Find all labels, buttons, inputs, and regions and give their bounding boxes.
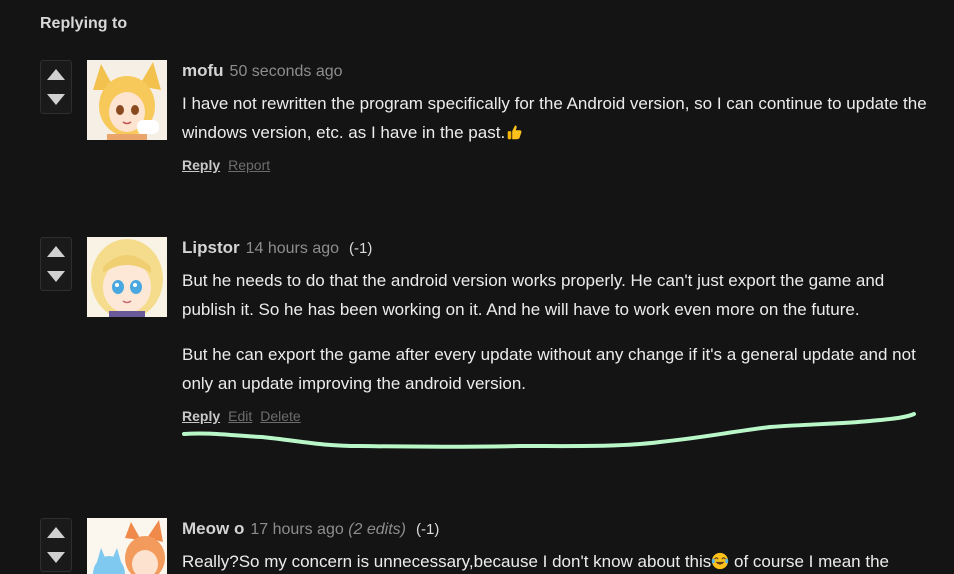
reply-link[interactable]: Reply (182, 408, 220, 424)
comment-paragraph: But he can export the game after every u… (182, 345, 916, 393)
edit-link[interactable]: Edit (228, 408, 252, 424)
comment-content: Lipstor 14 hours ago (-1) But he needs to … (182, 237, 934, 424)
tears-of-joy-icon (712, 552, 729, 570)
upvote-arrow-icon[interactable] (46, 523, 66, 543)
comment-score: (-1) (416, 521, 440, 538)
comment-meta: mofu 50 seconds ago (182, 60, 934, 82)
comment-meta: Meow o 17 hours ago (2 edits) (-1) (182, 518, 934, 540)
comment-time[interactable]: 50 seconds ago (230, 63, 343, 80)
vote-controls (40, 60, 72, 114)
comment-author[interactable]: mofu (182, 61, 224, 80)
comment-paragraph: I have not rewritten the program specifi… (182, 94, 927, 142)
vote-controls (40, 237, 72, 291)
comment-content: Meow o 17 hours ago (2 edits) (-1) Really?… (182, 518, 934, 574)
edit-count: (2 edits) (348, 521, 406, 538)
report-link[interactable]: Report (228, 157, 270, 173)
downvote-arrow-icon[interactable] (46, 266, 66, 286)
comment-author[interactable]: Lipstor (182, 238, 240, 257)
delete-link[interactable]: Delete (260, 408, 300, 424)
comment-actions: Reply Report (182, 157, 934, 173)
vote-controls (40, 518, 72, 572)
comment-body: Really?So my concern is unnecessary,beca… (182, 547, 934, 574)
avatar[interactable] (87, 60, 167, 140)
comment-thread: Replying to mofu 50 seconds ago I have n… (0, 0, 954, 574)
comment-author[interactable]: Meow o (182, 519, 244, 538)
comment-paragraph: But he needs to do that the android vers… (182, 271, 885, 319)
comment-paragraph: Really?So my concern is unnecessary,beca… (182, 552, 889, 571)
comment-body: But he needs to do that the android vers… (182, 266, 934, 398)
comment-score: (-1) (349, 240, 373, 257)
section-title: Replying to (40, 15, 128, 32)
avatar[interactable] (87, 518, 167, 574)
downvote-arrow-icon[interactable] (46, 547, 66, 567)
reply-link[interactable]: Reply (182, 157, 220, 173)
thumbs-up-icon (507, 125, 522, 140)
comment-time[interactable]: 14 hours ago (246, 240, 339, 257)
upvote-arrow-icon[interactable] (46, 65, 66, 85)
comment-actions: Reply Edit Delete (182, 408, 934, 424)
avatar[interactable] (87, 237, 167, 317)
comment-body: I have not rewritten the program specifi… (182, 89, 934, 147)
comment-content: mofu 50 seconds ago I have not rewritten … (182, 60, 934, 173)
downvote-arrow-icon[interactable] (46, 89, 66, 109)
comment-time[interactable]: 17 hours ago (2 edits) (250, 521, 406, 538)
comment-meta: Lipstor 14 hours ago (-1) (182, 237, 934, 259)
upvote-arrow-icon[interactable] (46, 242, 66, 262)
